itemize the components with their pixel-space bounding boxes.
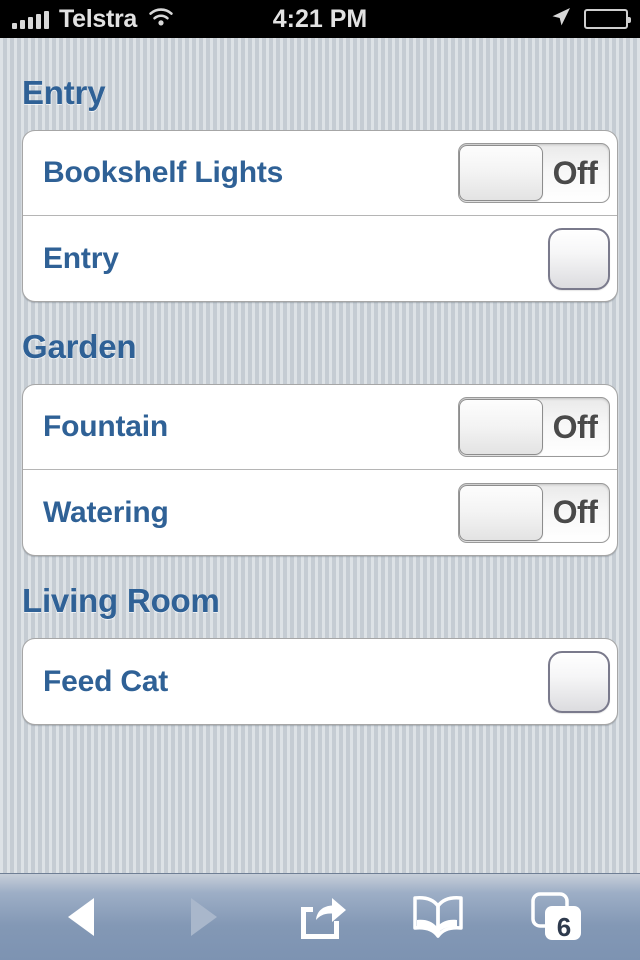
toggle-switch-bookshelf-lights[interactable]: Off: [458, 143, 610, 203]
status-bar-right: [550, 6, 631, 33]
list-item[interactable]: Watering Off: [23, 470, 617, 555]
list-item[interactable]: Fountain Off: [23, 385, 617, 470]
section-card: Bookshelf Lights Off Entry: [22, 130, 618, 302]
list-item[interactable]: Bookshelf Lights Off: [23, 131, 617, 216]
section-living-room: Living Room Feed Cat: [0, 582, 640, 725]
push-button-feed-cat[interactable]: [548, 650, 610, 713]
row-control: [548, 650, 617, 713]
tabs-count-label: 6: [556, 912, 572, 942]
section-heading: Living Room: [22, 582, 220, 619]
row-control: Off: [458, 143, 617, 203]
switch-knob: [459, 484, 543, 541]
signal-bars-icon: [12, 10, 49, 29]
carrier-label: Telstra: [59, 4, 138, 33]
toggle-switch-fountain[interactable]: Off: [458, 397, 610, 457]
bookmarks-book-icon: [409, 894, 467, 940]
battery-icon: [584, 9, 631, 29]
wifi-icon: [147, 6, 175, 33]
settings-list: Entry Bookshelf Lights Off Entry Garden …: [0, 38, 640, 725]
switch-knob: [459, 145, 543, 201]
forward-arrow-icon: [175, 890, 229, 944]
switch-knob: [459, 399, 543, 455]
section-heading: Entry: [22, 74, 106, 111]
list-item[interactable]: Entry: [23, 216, 617, 301]
tabs-icon: 6: [527, 888, 587, 946]
row-label: Bookshelf Lights: [43, 156, 284, 189]
row-label: Feed Cat: [43, 664, 169, 698]
row-label: Entry: [43, 241, 119, 275]
row-control: [548, 227, 617, 290]
forward-button[interactable]: [160, 886, 244, 948]
web-page-content: Entry Bookshelf Lights Off Entry Garden …: [0, 38, 640, 873]
switch-state-label: Off: [552, 408, 598, 445]
row-control: Off: [458, 482, 617, 543]
tabs-button[interactable]: 6: [515, 886, 599, 948]
switch-state-label: Off: [552, 154, 598, 191]
back-button[interactable]: [41, 886, 125, 948]
push-button-entry[interactable]: [548, 227, 610, 290]
row-label: Watering: [43, 495, 169, 529]
switch-state-label: Off: [552, 494, 598, 530]
list-item[interactable]: Feed Cat: [23, 639, 617, 724]
section-entry: Entry Bookshelf Lights Off Entry: [0, 74, 640, 302]
row-control: Off: [458, 397, 617, 457]
section-card: Feed Cat: [22, 638, 618, 725]
status-bar-left: Telstra: [12, 5, 175, 34]
share-icon: [292, 889, 348, 945]
section-garden: Garden Fountain Off Watering Off: [0, 328, 640, 556]
back-arrow-icon: [56, 890, 110, 944]
section-card: Fountain Off Watering Off: [22, 384, 618, 556]
share-button[interactable]: [278, 886, 362, 948]
status-bar: Telstra 4:21 PM: [0, 0, 640, 38]
location-arrow-icon: [550, 6, 572, 33]
row-label: Fountain: [43, 410, 169, 443]
toggle-switch-watering[interactable]: Off: [458, 482, 610, 543]
browser-toolbar: 6: [0, 873, 640, 960]
section-heading: Garden: [22, 328, 137, 365]
bookmarks-button[interactable]: [396, 886, 480, 948]
